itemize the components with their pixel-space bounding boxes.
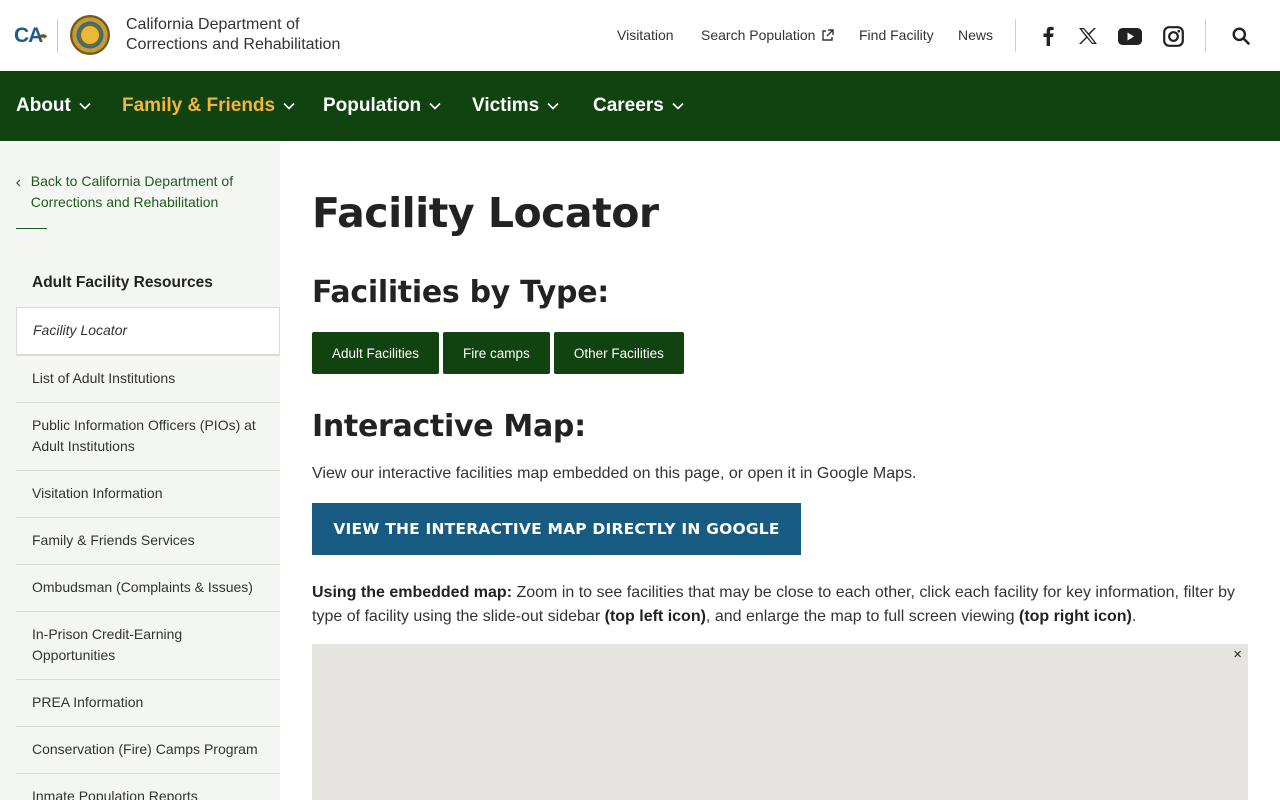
chevron-down-icon bbox=[672, 102, 684, 110]
usage-emphasis: (top left icon) bbox=[604, 608, 706, 625]
usage-text: . bbox=[1131, 608, 1137, 625]
chevron-down-icon bbox=[283, 102, 295, 110]
fire-camps-button[interactable]: Fire camps bbox=[443, 332, 550, 374]
department-name[interactable]: California Department of Corrections and… bbox=[126, 15, 366, 55]
sidebar-heading: Adult Facility Resources bbox=[32, 274, 213, 291]
external-link-icon bbox=[822, 28, 835, 41]
sidebar-item-ombudsman[interactable]: Ombudsman (Complaints & Issues) bbox=[16, 564, 280, 611]
youtube-icon[interactable] bbox=[1118, 24, 1142, 48]
page-title: Facility Locator bbox=[312, 189, 659, 237]
nav-item-label: About bbox=[16, 95, 71, 116]
utility-link-search-population[interactable]: Search Population bbox=[701, 27, 835, 43]
other-facilities-button[interactable]: Other Facilities bbox=[553, 332, 684, 374]
sidebar-item-facility-locator[interactable]: Facility Locator bbox=[16, 307, 280, 355]
bear-icon bbox=[38, 34, 48, 39]
sidebar-item-population-reports[interactable]: Inmate Population Reports bbox=[16, 773, 280, 800]
search-icon[interactable] bbox=[1229, 24, 1253, 48]
sidebar-item-prea-information[interactable]: PREA Information bbox=[16, 679, 280, 726]
nav-item-family-friends[interactable]: Family & Friends bbox=[122, 95, 295, 117]
interactive-map-heading: Interactive Map: bbox=[312, 409, 586, 444]
facility-type-buttons: Adult Facilities Fire camps Other Facili… bbox=[312, 332, 684, 374]
search-population-label: Search Population bbox=[701, 27, 816, 43]
sidebar-item-family-friends-services[interactable]: Family & Friends Services bbox=[16, 517, 280, 564]
utility-link-visitation[interactable]: Visitation bbox=[617, 27, 674, 43]
sidebar: Back to California Department of Correct… bbox=[0, 141, 280, 800]
adult-facilities-button[interactable]: Adult Facilities bbox=[312, 332, 440, 374]
header-divider bbox=[1015, 19, 1016, 52]
nav-item-label: Family & Friends bbox=[122, 95, 276, 116]
usage-emphasis: (top right icon) bbox=[1019, 608, 1132, 625]
cdcr-seal-icon[interactable] bbox=[70, 15, 110, 55]
sidebar-item-credit-earning[interactable]: In-Prison Credit-Earning Opportunities bbox=[16, 611, 280, 679]
sidebar-item-fire-camps[interactable]: Conservation (Fire) Camps Program bbox=[16, 726, 280, 773]
back-link[interactable]: Back to California Department of Correct… bbox=[16, 171, 266, 213]
usage-text: , and enlarge the map to full screen vie… bbox=[705, 608, 1019, 625]
sidebar-item-visitation-information[interactable]: Visitation Information bbox=[16, 470, 280, 517]
close-icon[interactable]: × bbox=[1233, 646, 1242, 663]
chevron-left-icon bbox=[16, 179, 21, 187]
usage-lead: Using the embedded map: bbox=[312, 584, 513, 601]
utility-link-news[interactable]: News bbox=[958, 27, 993, 43]
instagram-icon[interactable] bbox=[1161, 24, 1185, 48]
ca-gov-logo[interactable]: CA bbox=[14, 24, 48, 48]
divider bbox=[16, 228, 47, 229]
header-divider bbox=[1205, 19, 1206, 52]
sidebar-item-list-of-adult-institutions[interactable]: List of Adult Institutions bbox=[16, 355, 280, 402]
map-intro-text: View our interactive facilities map embe… bbox=[312, 465, 917, 482]
chevron-down-icon bbox=[547, 102, 559, 110]
sidebar-item-pios[interactable]: Public Information Officers (PIOs) at Ad… bbox=[16, 402, 280, 470]
nav-item-victims[interactable]: Victims bbox=[472, 95, 559, 117]
nav-item-label: Careers bbox=[593, 95, 664, 116]
main-navigation: About Family & Friends Population Victim… bbox=[0, 71, 1280, 141]
nav-item-population[interactable]: Population bbox=[323, 95, 441, 117]
nav-item-label: Victims bbox=[472, 95, 540, 116]
view-in-google-maps-button[interactable]: VIEW THE INTERACTIVE MAP DIRECTLY IN GOO… bbox=[312, 503, 801, 555]
logo-divider bbox=[57, 19, 58, 53]
x-icon[interactable] bbox=[1076, 24, 1100, 48]
nav-item-careers[interactable]: Careers bbox=[593, 95, 684, 117]
facilities-by-type-heading: Facilities by Type: bbox=[312, 275, 609, 310]
site-header: CA California Department of Corrections … bbox=[0, 0, 1280, 71]
sidebar-menu: Facility Locator List of Adult Instituti… bbox=[16, 307, 280, 800]
nav-item-about[interactable]: About bbox=[16, 95, 91, 117]
embedded-map[interactable]: × bbox=[312, 644, 1248, 800]
nav-item-label: Population bbox=[323, 95, 422, 116]
map-usage-instructions: Using the embedded map: Zoom in to see f… bbox=[312, 581, 1242, 629]
back-link-label: Back to California Department of Correct… bbox=[30, 173, 234, 210]
chevron-down-icon bbox=[79, 102, 91, 110]
chevron-down-icon bbox=[429, 102, 441, 110]
utility-link-find-facility[interactable]: Find Facility bbox=[859, 27, 934, 43]
facebook-icon[interactable] bbox=[1036, 24, 1060, 48]
